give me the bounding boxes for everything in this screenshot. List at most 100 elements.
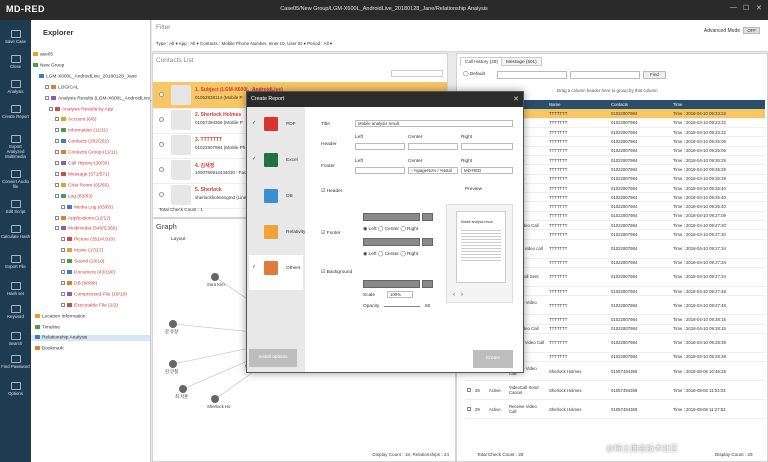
graph-node[interactable] <box>169 320 177 328</box>
toolbar-item[interactable]: Edit Script <box>0 200 31 214</box>
header-align[interactable]: ◉ Left ◯ Center ◯ Right <box>363 227 418 232</box>
footer-image-button[interactable] <box>363 238 420 246</box>
tree-checkbox[interactable] <box>55 226 59 231</box>
column-header[interactable]: Name <box>547 100 609 109</box>
contacts-search-input[interactable] <box>391 70 443 77</box>
minimize-icon[interactable]: — <box>730 4 737 11</box>
filter-options[interactable]: Type : All ▾ App : All ▾ Contacts : Mobi… <box>156 41 332 47</box>
tree-item[interactable]: Bookmark <box>31 346 64 352</box>
format-relativity[interactable]: Relativity <box>249 219 305 254</box>
tree-checkbox[interactable] <box>55 171 59 176</box>
checkbox-cell[interactable] <box>465 399 473 420</box>
toolbar-item[interactable]: Analysis <box>0 80 31 94</box>
tree-item[interactable]: Message (571/571) <box>31 171 109 177</box>
footer-delete-button[interactable] <box>422 238 433 246</box>
toolbar-item[interactable]: Export File <box>0 255 31 269</box>
tree-item[interactable]: Relationship Analysis <box>31 335 150 341</box>
toolbar-item[interactable]: Find Password <box>0 355 31 369</box>
install-options-button[interactable]: Install options <box>249 349 297 367</box>
close-icon[interactable]: ✕ <box>756 4 762 12</box>
tree-item[interactable]: Timeline <box>31 324 60 330</box>
tree-item[interactable]: Executable File (2/2) <box>31 302 118 308</box>
tree-checkbox[interactable] <box>61 237 65 242</box>
find-input[interactable] <box>570 71 640 79</box>
header-checkbox[interactable]: ☑ Header <box>321 189 342 194</box>
find-button[interactable]: Find <box>643 71 666 79</box>
tree-checkbox[interactable] <box>55 182 59 187</box>
tree-checkbox[interactable] <box>61 302 65 307</box>
tree-item[interactable]: Log (83/83) <box>31 193 93 199</box>
tree-item[interactable]: ase05 <box>31 52 53 57</box>
toolbar-item[interactable]: Search <box>0 332 31 346</box>
toolbar-item[interactable]: Export Analyzed Multimedia <box>0 135 31 159</box>
format-excel[interactable]: ✓ Excel <box>249 147 303 182</box>
preview-next-icon[interactable]: › <box>461 292 463 298</box>
row-checkbox[interactable] <box>467 387 471 392</box>
tree-item[interactable]: Chat Room (65/65) <box>31 182 109 188</box>
header-center-input[interactable] <box>408 143 458 150</box>
tree-checkbox[interactable] <box>61 248 65 253</box>
checkbox-cell[interactable] <box>465 380 473 401</box>
tree-item[interactable]: Picture (351/4,910) <box>31 237 115 243</box>
background-checkbox[interactable]: ☑ Background <box>321 270 352 275</box>
toolbar-item[interactable]: Options <box>0 382 31 396</box>
tree-item[interactable]: LOGICAL <box>31 84 79 90</box>
scale-input[interactable]: 100% <box>387 291 413 298</box>
tree-checkbox[interactable] <box>55 117 59 122</box>
footer-checkbox[interactable]: ☑ Footer <box>321 231 341 236</box>
tab-message[interactable]: Message (501) <box>501 57 542 66</box>
tree-item[interactable]: DB (98/98) <box>31 280 97 286</box>
tree-checkbox[interactable] <box>49 106 53 111</box>
tree-checkbox[interactable] <box>55 128 59 133</box>
tree-item[interactable]: Account (6/6) <box>31 117 97 123</box>
graph-node[interactable] <box>179 385 187 393</box>
create-button[interactable]: Create <box>473 350 513 368</box>
toolbar-item[interactable]: Create Report <box>0 105 31 119</box>
toolbar-item[interactable]: Calculate Hash <box>0 225 31 239</box>
tab-call-history[interactable]: Call History (29) <box>460 57 503 66</box>
header-left-input[interactable] <box>355 143 405 150</box>
maximize-icon[interactable]: ☐ <box>743 4 749 12</box>
graph-node[interactable] <box>169 360 177 368</box>
header-delete-button[interactable] <box>422 213 433 221</box>
report-title-input[interactable]: Mobile analysis result <box>355 120 513 127</box>
default-select[interactable] <box>497 71 567 79</box>
toolbar-item[interactable]: Hash set <box>0 282 31 296</box>
tree-checkbox[interactable] <box>61 204 65 209</box>
toolbar-item[interactable]: Save Case <box>0 30 31 44</box>
contact-radio[interactable] <box>159 192 164 197</box>
footer-left-input[interactable] <box>355 167 405 174</box>
tree-checkbox[interactable] <box>55 215 59 220</box>
format-others[interactable]: ✓ Others <box>249 255 303 290</box>
tree-checkbox[interactable] <box>45 84 49 89</box>
toolbar-item[interactable]: Close <box>0 55 31 69</box>
tree-item[interactable]: New Group <box>31 62 64 68</box>
tree-item[interactable]: LGM-X600L_AndroidLive_20180128_Jane <box>31 73 137 79</box>
tree-checkbox[interactable] <box>61 291 65 296</box>
tree-checkbox[interactable] <box>61 259 65 264</box>
tree-item[interactable]: Contacts Group (11/11) <box>31 150 117 155</box>
tree-checkbox[interactable] <box>55 161 59 165</box>
table-row[interactable]: 29 Active Receive Video Call Sherlock Holme… <box>465 399 765 420</box>
toolbar-item[interactable]: Keyword <box>0 305 31 319</box>
tree-item[interactable]: Analysis Results by App <box>31 106 113 112</box>
footer-right-input[interactable]: MD-RED <box>461 167 513 174</box>
tree-item[interactable]: Document (43/190) <box>31 270 115 275</box>
advanced-mode-toggle[interactable]: OFF <box>743 27 760 34</box>
layout-dropdown[interactable]: Layout <box>171 237 185 242</box>
tree-checkbox[interactable] <box>45 95 49 100</box>
tree-item[interactable]: Compressed File (18/18) <box>31 291 127 297</box>
close-icon[interactable]: ✕ <box>513 95 519 103</box>
tree-item[interactable]: Sound (10/10) <box>31 259 104 264</box>
preview-prev-icon[interactable]: ‹ <box>453 292 455 298</box>
tree-item[interactable]: Information (11/11) <box>31 128 108 134</box>
format-db[interactable]: DB <box>249 183 303 218</box>
tree-checkbox[interactable] <box>55 139 59 144</box>
background-image-button[interactable] <box>363 280 420 288</box>
contact-radio[interactable] <box>159 142 164 147</box>
view-default[interactable]: ◯ Default <box>463 72 485 77</box>
advanced-mode[interactable]: Advanced Mode OFF <box>704 27 760 34</box>
contact-radio[interactable] <box>159 167 164 172</box>
graph-node[interactable] <box>211 273 219 281</box>
tree-checkbox[interactable] <box>55 150 59 155</box>
